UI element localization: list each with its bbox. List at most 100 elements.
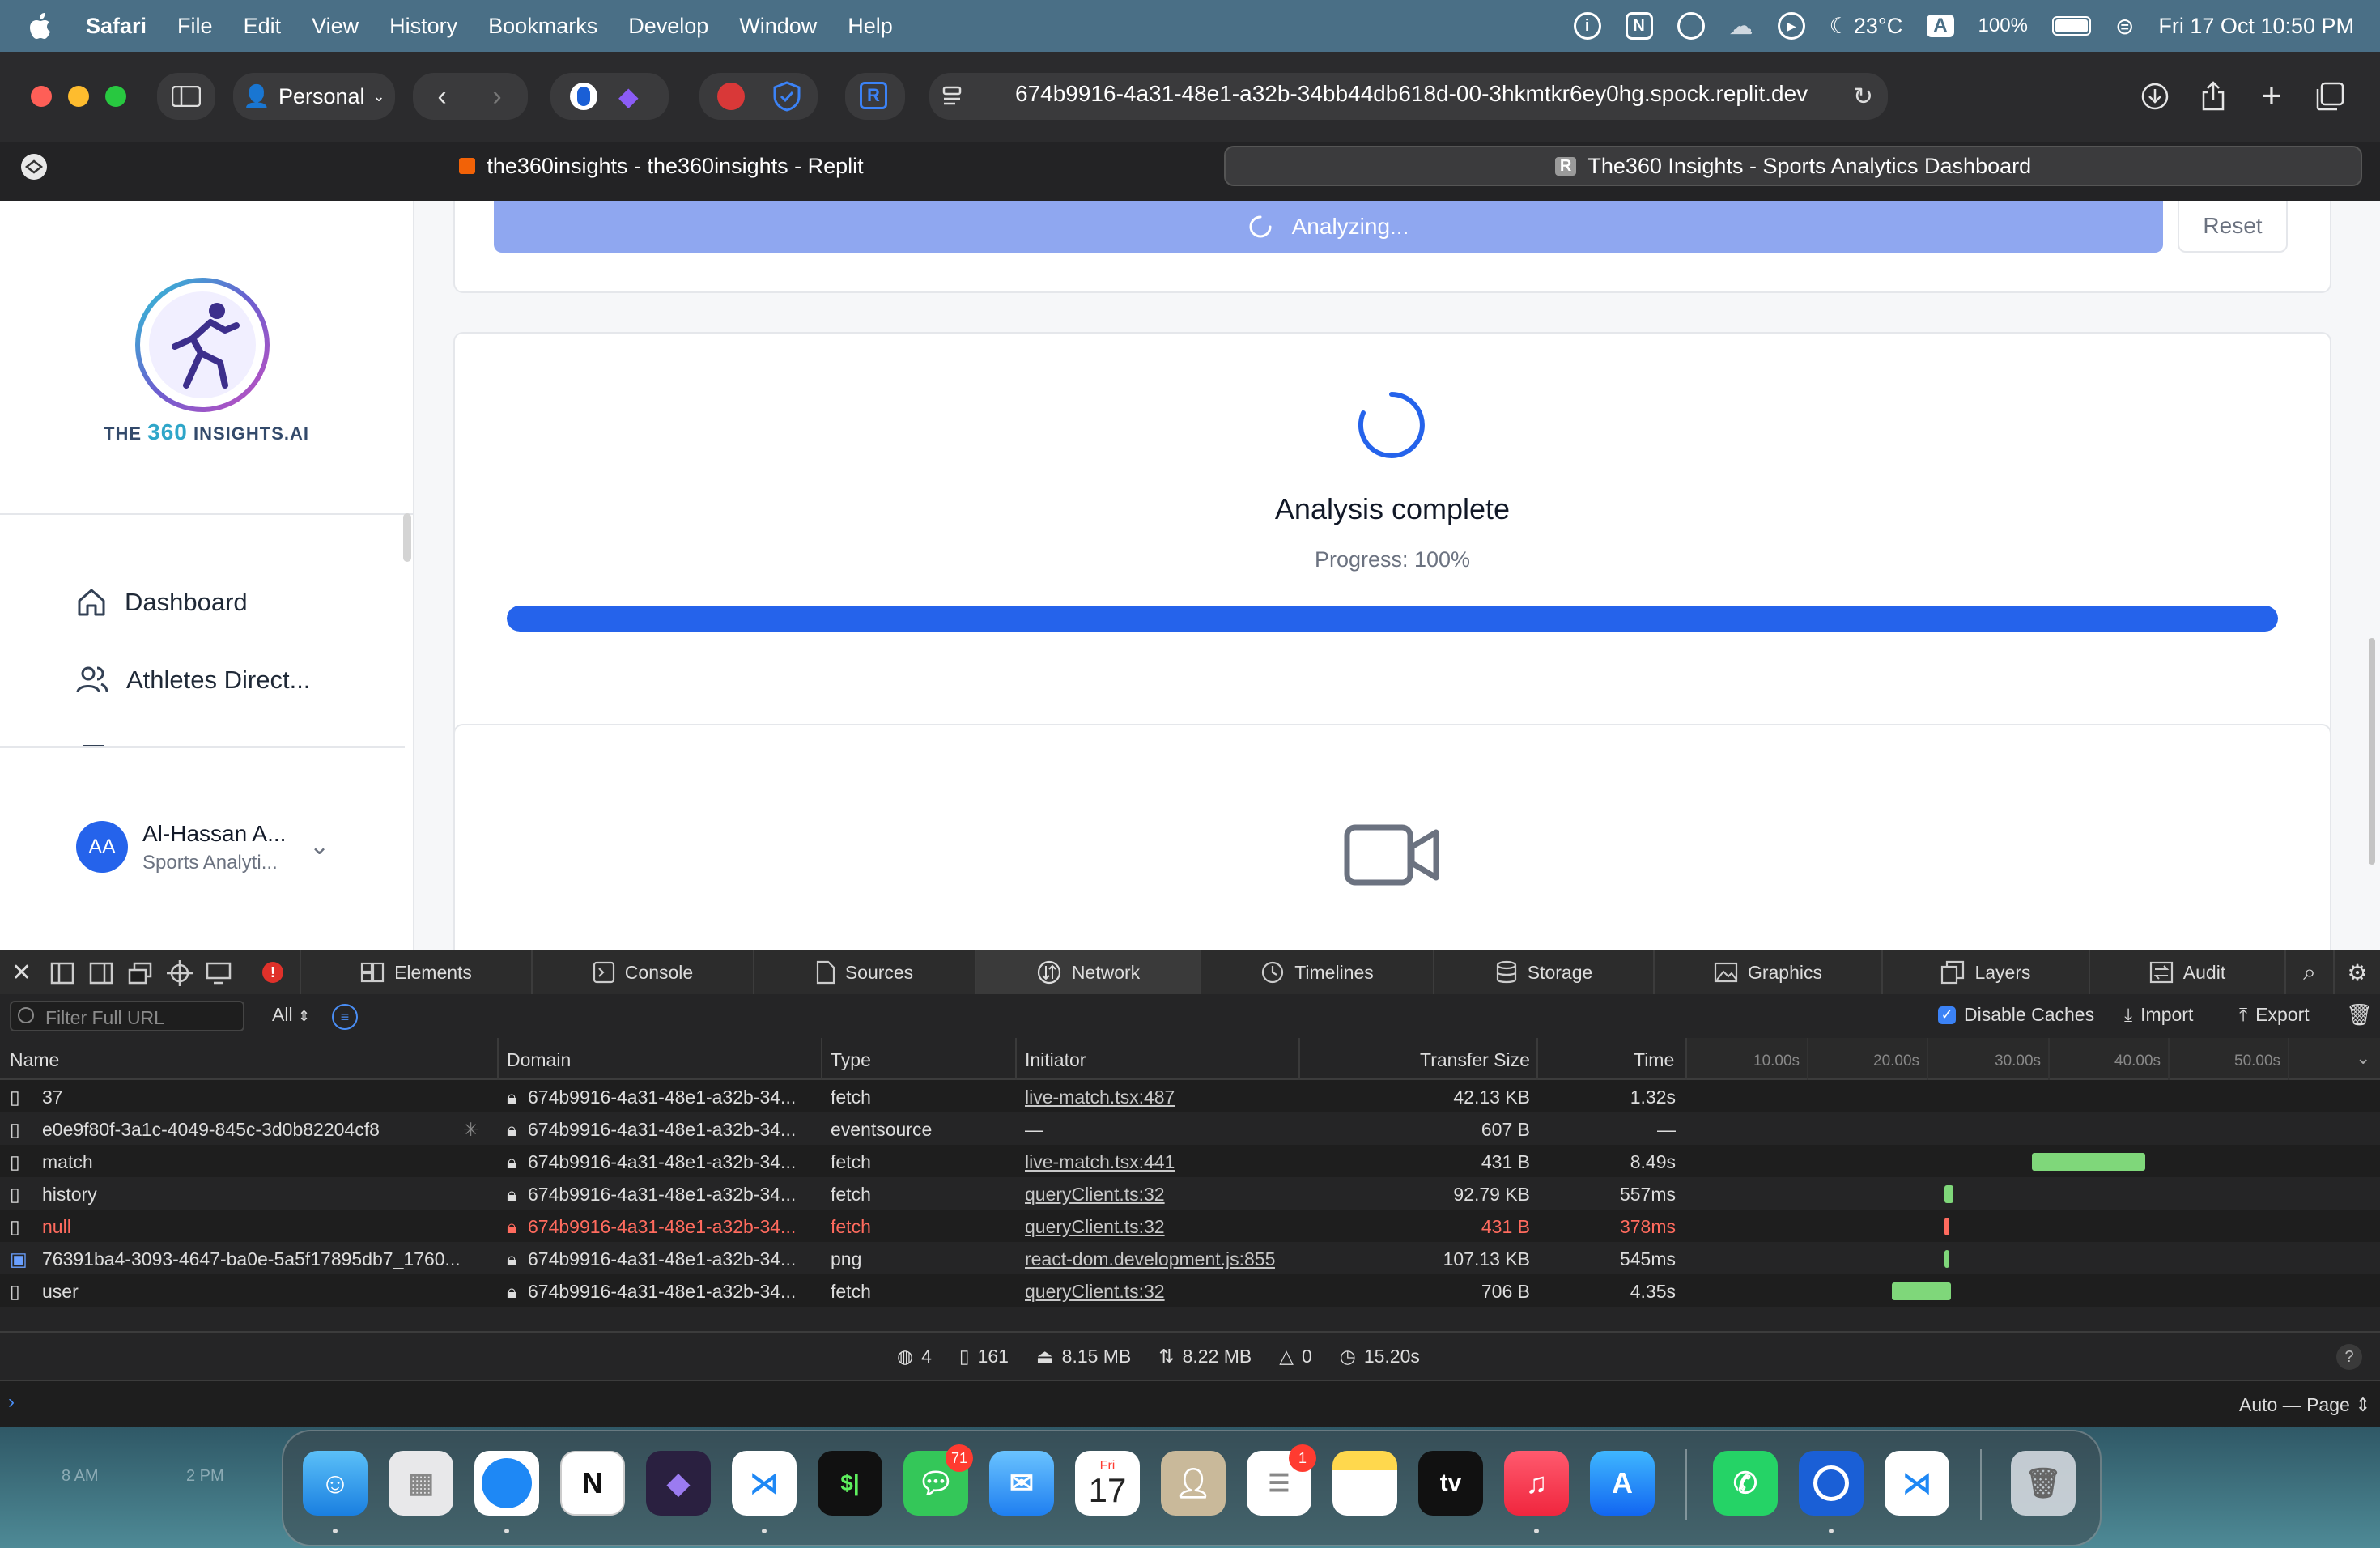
app-store-icon[interactable]: A xyxy=(1590,1451,1655,1516)
sidebar-item-athletes[interactable]: Athletes Direct... xyxy=(76,659,310,701)
table-row[interactable]: ▯ user 🔒︎ 674b9916-4a31-48e1-a32b-34... … xyxy=(0,1274,2380,1307)
error-indicator-icon[interactable]: ! xyxy=(262,962,283,983)
dock-left-icon[interactable] xyxy=(50,962,74,985)
col-transfer-size[interactable]: Transfer Size xyxy=(1420,1049,1530,1071)
tab-console[interactable]: Console xyxy=(531,950,753,994)
finder-icon[interactable]: ☺ xyxy=(303,1451,368,1516)
table-row[interactable]: ▯ 37 🔒︎ 674b9916-4a31-48e1-a32b-34... fe… xyxy=(0,1080,2380,1112)
control-center-icon[interactable]: ⊜ xyxy=(2115,13,2134,40)
sidebar-item-dashboard[interactable]: Dashboard xyxy=(76,581,248,623)
dock-right-icon[interactable] xyxy=(89,962,113,985)
tab-dashboard[interactable]: R The360 Insights - Sports Analytics Das… xyxy=(1224,146,2362,186)
detach-icon[interactable] xyxy=(128,962,152,985)
col-name[interactable]: Name xyxy=(10,1049,59,1071)
menu-history[interactable]: History xyxy=(389,14,457,39)
request-initiator[interactable]: queryClient.ts:32 xyxy=(1025,1216,1165,1238)
bug-extension-icon[interactable] xyxy=(717,83,745,110)
element-picker-icon[interactable] xyxy=(167,960,193,986)
request-initiator[interactable]: queryClient.ts:32 xyxy=(1025,1184,1165,1206)
obsidian-icon[interactable]: ◆ xyxy=(646,1451,711,1516)
tab-layers[interactable]: Layers xyxy=(1881,950,2089,994)
vscode-insiders-icon[interactable]: ⋊ xyxy=(1885,1451,1949,1516)
cloud-icon[interactable]: ☁ xyxy=(1729,12,1753,40)
help-icon[interactable]: ? xyxy=(2336,1344,2362,1370)
tab-elements[interactable]: Elements xyxy=(300,950,531,994)
notion-icon[interactable]: N xyxy=(560,1451,625,1516)
request-initiator[interactable]: queryClient.ts:32 xyxy=(1025,1281,1165,1303)
reload-icon[interactable]: ↻ xyxy=(1853,83,1873,111)
import-button[interactable]: ⤓ Import xyxy=(2124,1004,2193,1026)
circle-menu-icon[interactable] xyxy=(1677,12,1705,40)
obsidian-extension-icon[interactable]: ◆ xyxy=(618,81,646,112)
notion-menu-icon[interactable]: N xyxy=(1625,12,1653,40)
col-time[interactable]: Time xyxy=(1634,1049,1674,1071)
tab-sources[interactable]: Sources xyxy=(753,950,975,994)
vscode-icon[interactable]: ⋊ xyxy=(732,1451,797,1516)
1password-menu-icon[interactable]: i xyxy=(1573,12,1601,40)
sidebar-scrollbar[interactable] xyxy=(403,513,411,562)
timeline-chevron-icon[interactable]: ⌄ xyxy=(2356,1048,2370,1069)
tab-audit[interactable]: Audit xyxy=(2089,950,2284,994)
menu-file[interactable]: File xyxy=(177,14,213,39)
table-row[interactable]: ▣ 76391ba4-3093-4647-ba0e-5a5f17895db7_1… xyxy=(0,1242,2380,1274)
new-tab-button[interactable]: + xyxy=(2252,76,2291,116)
table-row[interactable]: ▯ match 🔒︎ 674b9916-4a31-48e1-a32b-34...… xyxy=(0,1145,2380,1177)
notes-icon[interactable] xyxy=(1332,1451,1397,1516)
terminal-icon[interactable]: $| xyxy=(818,1451,882,1516)
battery-icon[interactable] xyxy=(2051,16,2091,36)
1password-icon[interactable] xyxy=(1799,1451,1864,1516)
share-button[interactable] xyxy=(2194,78,2233,115)
inspector-search-button[interactable]: ⌕ xyxy=(2284,950,2333,994)
tab-overview-button[interactable] xyxy=(2310,78,2349,115)
close-window-button[interactable] xyxy=(31,86,52,107)
user-profile-menu[interactable]: AA Al-Hassan A... Sports Analyti... ⌄ xyxy=(76,818,368,878)
whatsapp-icon[interactable]: ✆ xyxy=(1713,1451,1778,1516)
tab-group-icon[interactable] xyxy=(18,152,60,180)
console-prompt[interactable]: › Auto — Page ⇕ xyxy=(0,1380,2380,1428)
col-domain[interactable]: Domain xyxy=(507,1049,571,1071)
menu-view[interactable]: View xyxy=(312,14,359,39)
console-execution-context[interactable]: Auto — Page ⇕ xyxy=(2239,1394,2370,1416)
menu-edit[interactable]: Edit xyxy=(244,14,282,39)
play-icon[interactable]: ▶ xyxy=(1777,12,1805,40)
tab-replit[interactable]: the360insights - the360insights - Replit xyxy=(74,146,1248,186)
export-button[interactable]: ⤒ Export xyxy=(2239,1004,2310,1026)
request-initiator[interactable]: react-dom.development.js:855 xyxy=(1025,1248,1275,1270)
table-row[interactable]: ▯ history 🔒︎ 674b9916-4a31-48e1-a32b-34.… xyxy=(0,1177,2380,1210)
weather-widget[interactable]: ☾ 23°C xyxy=(1830,14,1903,39)
menu-bookmarks[interactable]: Bookmarks xyxy=(488,14,597,39)
page-scrollbar[interactable] xyxy=(2367,201,2377,881)
apple-icon[interactable] xyxy=(29,12,53,40)
tab-timelines[interactable]: Timelines xyxy=(1200,950,1433,994)
disable-caches-checkbox[interactable]: ✓ Disable Caches xyxy=(1938,1004,2094,1026)
launchpad-icon[interactable]: ▦ xyxy=(389,1451,453,1516)
music-icon[interactable]: ♫ xyxy=(1504,1451,1569,1516)
request-initiator[interactable]: live-match.tsx:441 xyxy=(1025,1151,1175,1173)
1password-extension-icon[interactable] xyxy=(570,83,597,110)
page-menu-icon[interactable] xyxy=(942,86,965,107)
replit-extension-icon[interactable]: R xyxy=(860,82,887,109)
close-inspector-icon[interactable]: ✕ xyxy=(11,959,32,987)
safari-icon[interactable] xyxy=(474,1451,539,1516)
device-settings-icon[interactable] xyxy=(206,962,232,985)
mail-icon[interactable]: ✉ xyxy=(989,1451,1054,1516)
filter-url-input[interactable]: Filter Full URL xyxy=(10,1001,244,1031)
type-filter-select[interactable]: All ⇕ xyxy=(272,1004,310,1026)
tab-network[interactable]: Network xyxy=(975,950,1200,994)
inspector-settings-button[interactable]: ⚙ xyxy=(2333,950,2380,994)
table-row[interactable]: ▯ e0e9f80f-3a1c-4049-845c-3d0b82204cf8 ✳… xyxy=(0,1112,2380,1145)
menu-help[interactable]: Help xyxy=(848,14,893,39)
calendar-icon[interactable]: Fri 17 xyxy=(1075,1451,1140,1516)
trash-icon[interactable]: 🗑 xyxy=(2011,1451,2076,1516)
back-button[interactable]: ‹ xyxy=(424,79,460,113)
col-type[interactable]: Type xyxy=(831,1049,871,1071)
menu-app-name[interactable]: Safari xyxy=(86,14,147,39)
sidebar-toggle-button[interactable] xyxy=(157,73,215,120)
clear-log-icon[interactable]: 🗑 xyxy=(2346,1002,2373,1027)
col-initiator[interactable]: Initiator xyxy=(1025,1049,1086,1071)
menu-window[interactable]: Window xyxy=(739,14,817,39)
reset-button[interactable]: Reset xyxy=(2178,201,2288,253)
tab-storage[interactable]: Storage xyxy=(1433,950,1653,994)
filter-options-icon[interactable]: ≡ xyxy=(332,1004,358,1030)
tab-graphics[interactable]: Graphics xyxy=(1653,950,1881,994)
